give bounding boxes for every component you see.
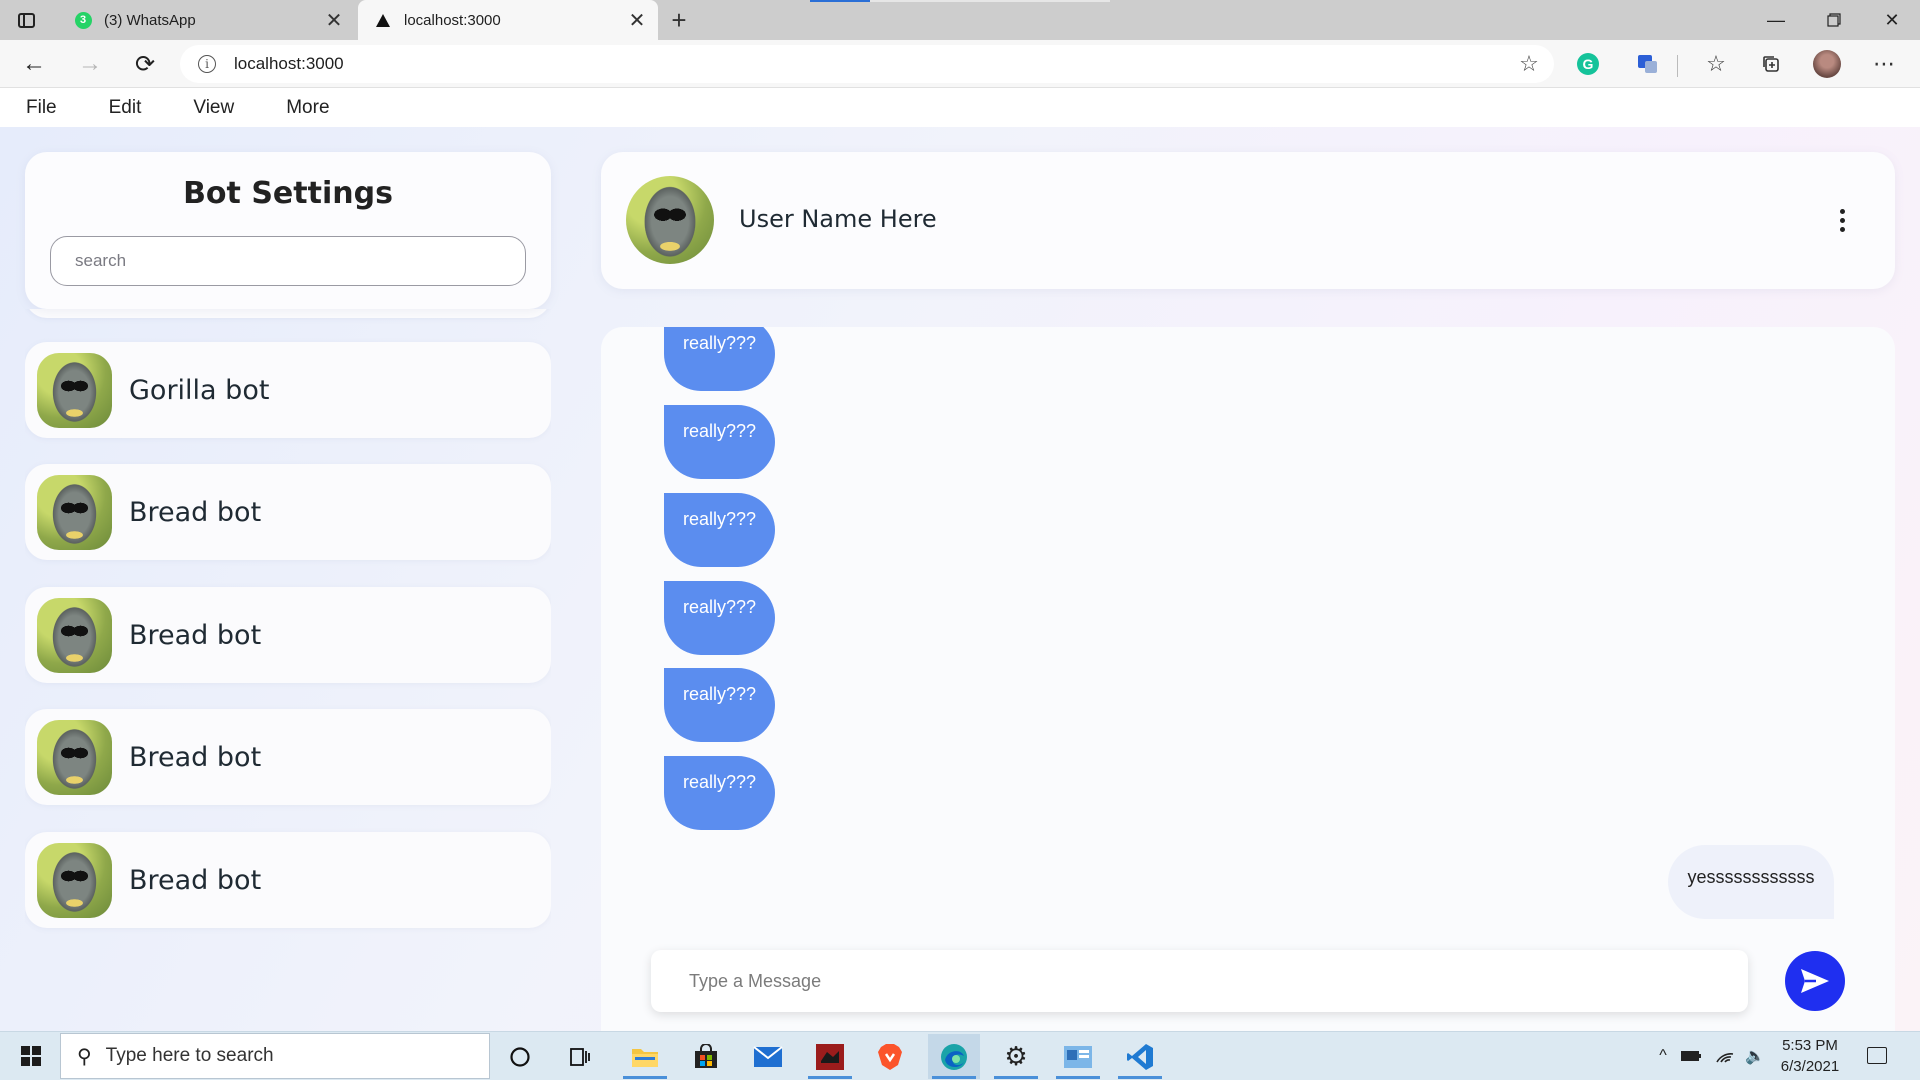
vscode-icon[interactable]	[1114, 1034, 1166, 1079]
close-icon[interactable]: ✕	[622, 5, 652, 35]
bot-search-input[interactable]	[50, 236, 526, 286]
settings-gear-icon[interactable]: ⚙	[990, 1034, 1042, 1079]
bot-card[interactable]	[25, 309, 551, 318]
profile-avatar[interactable]	[1811, 48, 1843, 80]
windows-start-icon[interactable]	[8, 1036, 54, 1076]
bot-name: Gorilla bot	[129, 374, 270, 406]
app-container: Bot Settings Gorilla bot Bread bot Bread…	[0, 127, 1920, 1031]
bot-avatar	[37, 842, 112, 918]
restore-icon[interactable]	[1806, 0, 1862, 40]
minimize-icon[interactable]: —	[1748, 0, 1804, 40]
user-avatar[interactable]	[626, 176, 714, 264]
bot-message: really???	[664, 405, 775, 479]
notification-icon[interactable]	[1862, 1040, 1892, 1070]
collections-icon[interactable]	[1755, 48, 1787, 80]
tab-actions-icon[interactable]	[14, 9, 38, 31]
control-panel-icon[interactable]	[1052, 1034, 1104, 1079]
user-message: yessssssssssss	[1668, 845, 1834, 919]
message-input[interactable]	[651, 950, 1748, 1012]
back-icon[interactable]: ←	[16, 46, 52, 82]
mail-icon[interactable]	[742, 1034, 794, 1079]
windows-taskbar: ⚲ Type here to search ⚙ ^ 🔈 5:53 PM 6/3/…	[0, 1031, 1920, 1080]
send-icon	[1801, 969, 1829, 993]
bot-name: Bread bot	[129, 864, 262, 896]
tab-title: localhost:3000	[404, 11, 501, 29]
loading-track	[870, 0, 1110, 2]
bot-card[interactable]: Bread bot	[25, 587, 551, 683]
sidebar-title: Bot Settings	[183, 176, 393, 211]
app-menu-bar: File Edit View More	[0, 88, 1920, 127]
bot-message: really???	[664, 581, 775, 655]
send-button[interactable]	[1785, 951, 1845, 1011]
chat-messages: really??? really??? really??? really??? …	[601, 327, 1895, 1031]
task-view-icon[interactable]	[554, 1034, 606, 1079]
url-text[interactable]: localhost:3000	[234, 54, 1514, 74]
url-field[interactable]: i localhost:3000 ☆	[180, 45, 1554, 83]
show-hidden-icons[interactable]: ^	[1652, 1038, 1674, 1074]
volume-icon[interactable]: 🔈	[1742, 1038, 1768, 1074]
bot-message: really???	[664, 493, 775, 567]
bot-message: really???	[664, 756, 775, 830]
bot-card[interactable]: Gorilla bot	[25, 342, 551, 438]
chat-user-name: User Name Here	[739, 205, 937, 233]
bot-name: Bread bot	[129, 741, 262, 773]
menu-more[interactable]: More	[286, 97, 329, 119]
app-red-icon[interactable]	[804, 1034, 856, 1079]
brave-browser-icon[interactable]	[864, 1034, 916, 1079]
new-tab-icon[interactable]: +	[664, 5, 694, 35]
sidebar-header: Bot Settings	[25, 152, 551, 309]
forward-icon[interactable]: →	[72, 46, 108, 82]
close-icon[interactable]: ✕	[319, 5, 349, 35]
bot-name: Bread bot	[129, 496, 262, 528]
edge-browser-icon[interactable]	[928, 1034, 980, 1079]
clock-time: 5:53 PM	[1782, 1037, 1838, 1054]
triangle-icon	[374, 11, 392, 29]
tab-localhost[interactable]: localhost:3000 ✕	[358, 0, 658, 40]
more-options-icon[interactable]: ⋯	[1868, 48, 1900, 80]
close-window-icon[interactable]: ✕	[1864, 0, 1920, 40]
add-favorite-icon[interactable]: ☆	[1514, 49, 1544, 79]
toolbar-divider	[1677, 55, 1678, 77]
search-icon: ⚲	[77, 1045, 92, 1068]
bot-avatar	[37, 352, 112, 428]
cortana-icon[interactable]	[494, 1034, 546, 1079]
favorites-icon[interactable]: ☆	[1700, 48, 1732, 80]
system-clock[interactable]: 5:53 PM 6/3/2021	[1770, 1035, 1850, 1077]
bot-card[interactable]: Bread bot	[25, 464, 551, 560]
clock-date: 6/3/2021	[1780, 1058, 1840, 1075]
menu-edit[interactable]: Edit	[109, 97, 142, 119]
loading-indicator	[810, 0, 870, 2]
browser-tab-bar: 3 (3) WhatsApp ✕ localhost:3000 ✕ + — ✕	[0, 0, 1920, 40]
chat-header: User Name Here	[601, 152, 1895, 289]
menu-file[interactable]: File	[26, 97, 57, 119]
battery-icon[interactable]	[1678, 1038, 1704, 1074]
bot-card[interactable]: Bread bot	[25, 709, 551, 805]
bot-message: really???	[664, 668, 775, 742]
tab-whatsapp[interactable]: 3 (3) WhatsApp ✕	[58, 0, 355, 40]
refresh-icon[interactable]: ⟳	[127, 46, 163, 82]
address-bar: ← → ⟳ i localhost:3000 ☆ G ☆ ⋯	[0, 40, 1920, 88]
tab-title: (3) WhatsApp	[104, 11, 196, 29]
bot-avatar	[37, 474, 112, 550]
grammarly-icon[interactable]: G	[1572, 48, 1604, 80]
info-icon[interactable]: i	[198, 55, 216, 73]
microsoft-store-icon[interactable]	[680, 1034, 732, 1079]
file-explorer-icon[interactable]	[619, 1034, 671, 1079]
bot-message: really???	[664, 327, 775, 391]
bot-list: Gorilla bot Bread bot Bread bot Bread bo…	[25, 309, 551, 1031]
whatsapp-icon: 3	[74, 11, 92, 29]
taskbar-search[interactable]: ⚲ Type here to search	[60, 1033, 490, 1079]
taskbar-search-text[interactable]: Type here to search	[106, 1045, 274, 1067]
extension-icon[interactable]	[1632, 48, 1664, 80]
bot-card[interactable]: Bread bot	[25, 832, 551, 928]
bot-name: Bread bot	[129, 619, 262, 651]
kebab-menu-icon[interactable]	[1827, 202, 1857, 238]
bot-avatar	[37, 719, 112, 795]
bot-avatar	[37, 597, 112, 673]
menu-view[interactable]: View	[193, 97, 234, 119]
wifi-icon[interactable]	[1712, 1038, 1738, 1074]
